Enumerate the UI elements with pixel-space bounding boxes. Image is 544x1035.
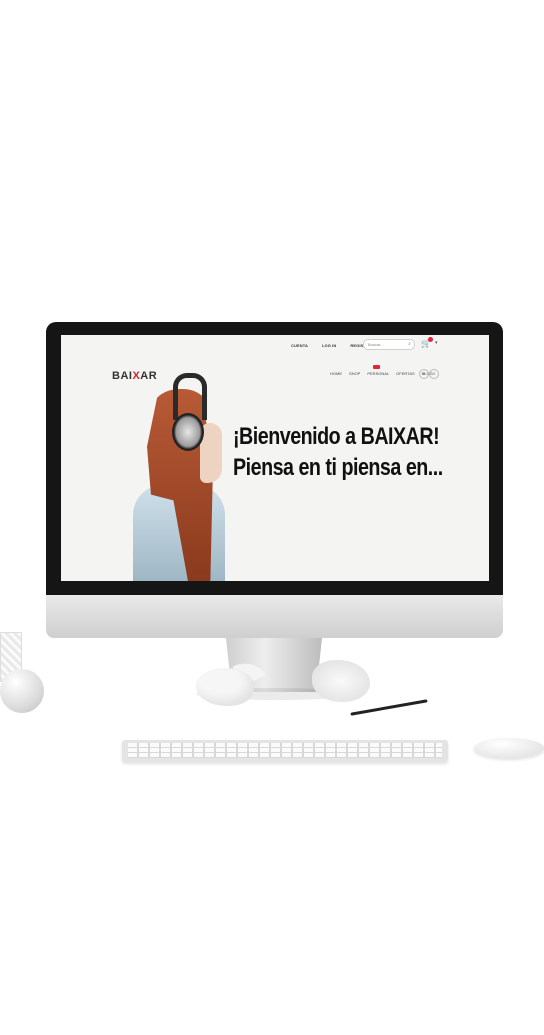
hero-heading: ¡Bienvenido a BAIXAR! Piensa en ti piens…: [233, 421, 443, 483]
apple-logo-icon: [266, 604, 284, 626]
chevron-down-icon[interactable]: ▾: [435, 340, 438, 346]
website-screen: CUENTA LOG IN REGISTRAR Buscar... ⌕ 🛒 ▾ …: [61, 335, 489, 581]
pencil: [350, 699, 428, 716]
cart-badge: [428, 337, 433, 342]
decorative-bird: [196, 655, 266, 708]
account-link[interactable]: CUENTA: [291, 343, 308, 348]
mouse: [474, 738, 544, 758]
desk-scene: CUENTA LOG IN REGISTRAR Buscar... ⌕ 🛒 ▾ …: [0, 0, 544, 1035]
nav-ofertas[interactable]: OFERTAS: [396, 371, 415, 376]
hero-line-2: Piensa en ti piensa en...: [233, 454, 443, 481]
hero-line-1: ¡Bienvenido a BAIXAR!: [233, 423, 440, 450]
login-link[interactable]: LOG IN: [322, 343, 336, 348]
instagram-icon[interactable]: ☺: [429, 369, 439, 379]
logo-prefix: BAI: [112, 370, 133, 382]
decorative-ball: [0, 669, 44, 713]
search-input[interactable]: Buscar... ⌕: [363, 339, 415, 350]
bird-body: [196, 668, 254, 706]
nav-home[interactable]: HOME: [330, 371, 342, 376]
headphones-icon: [172, 413, 204, 451]
nav-badge: [373, 365, 380, 369]
keyboard-keys: [128, 743, 442, 758]
facebook-icon[interactable]: f: [419, 369, 429, 379]
crumpled-paper: [312, 660, 370, 702]
main-nav: HOME SHOP PERSONAL OFERTAS BLOG: [330, 371, 433, 376]
nav-personal[interactable]: PERSONAL: [367, 371, 389, 376]
nav-shop[interactable]: SHOP: [349, 371, 360, 376]
logo-suffix: AR: [140, 370, 158, 382]
search-icon[interactable]: ⌕: [408, 341, 411, 347]
site-logo[interactable]: BAIXAR: [112, 370, 157, 382]
search-placeholder: Buscar...: [368, 342, 384, 347]
